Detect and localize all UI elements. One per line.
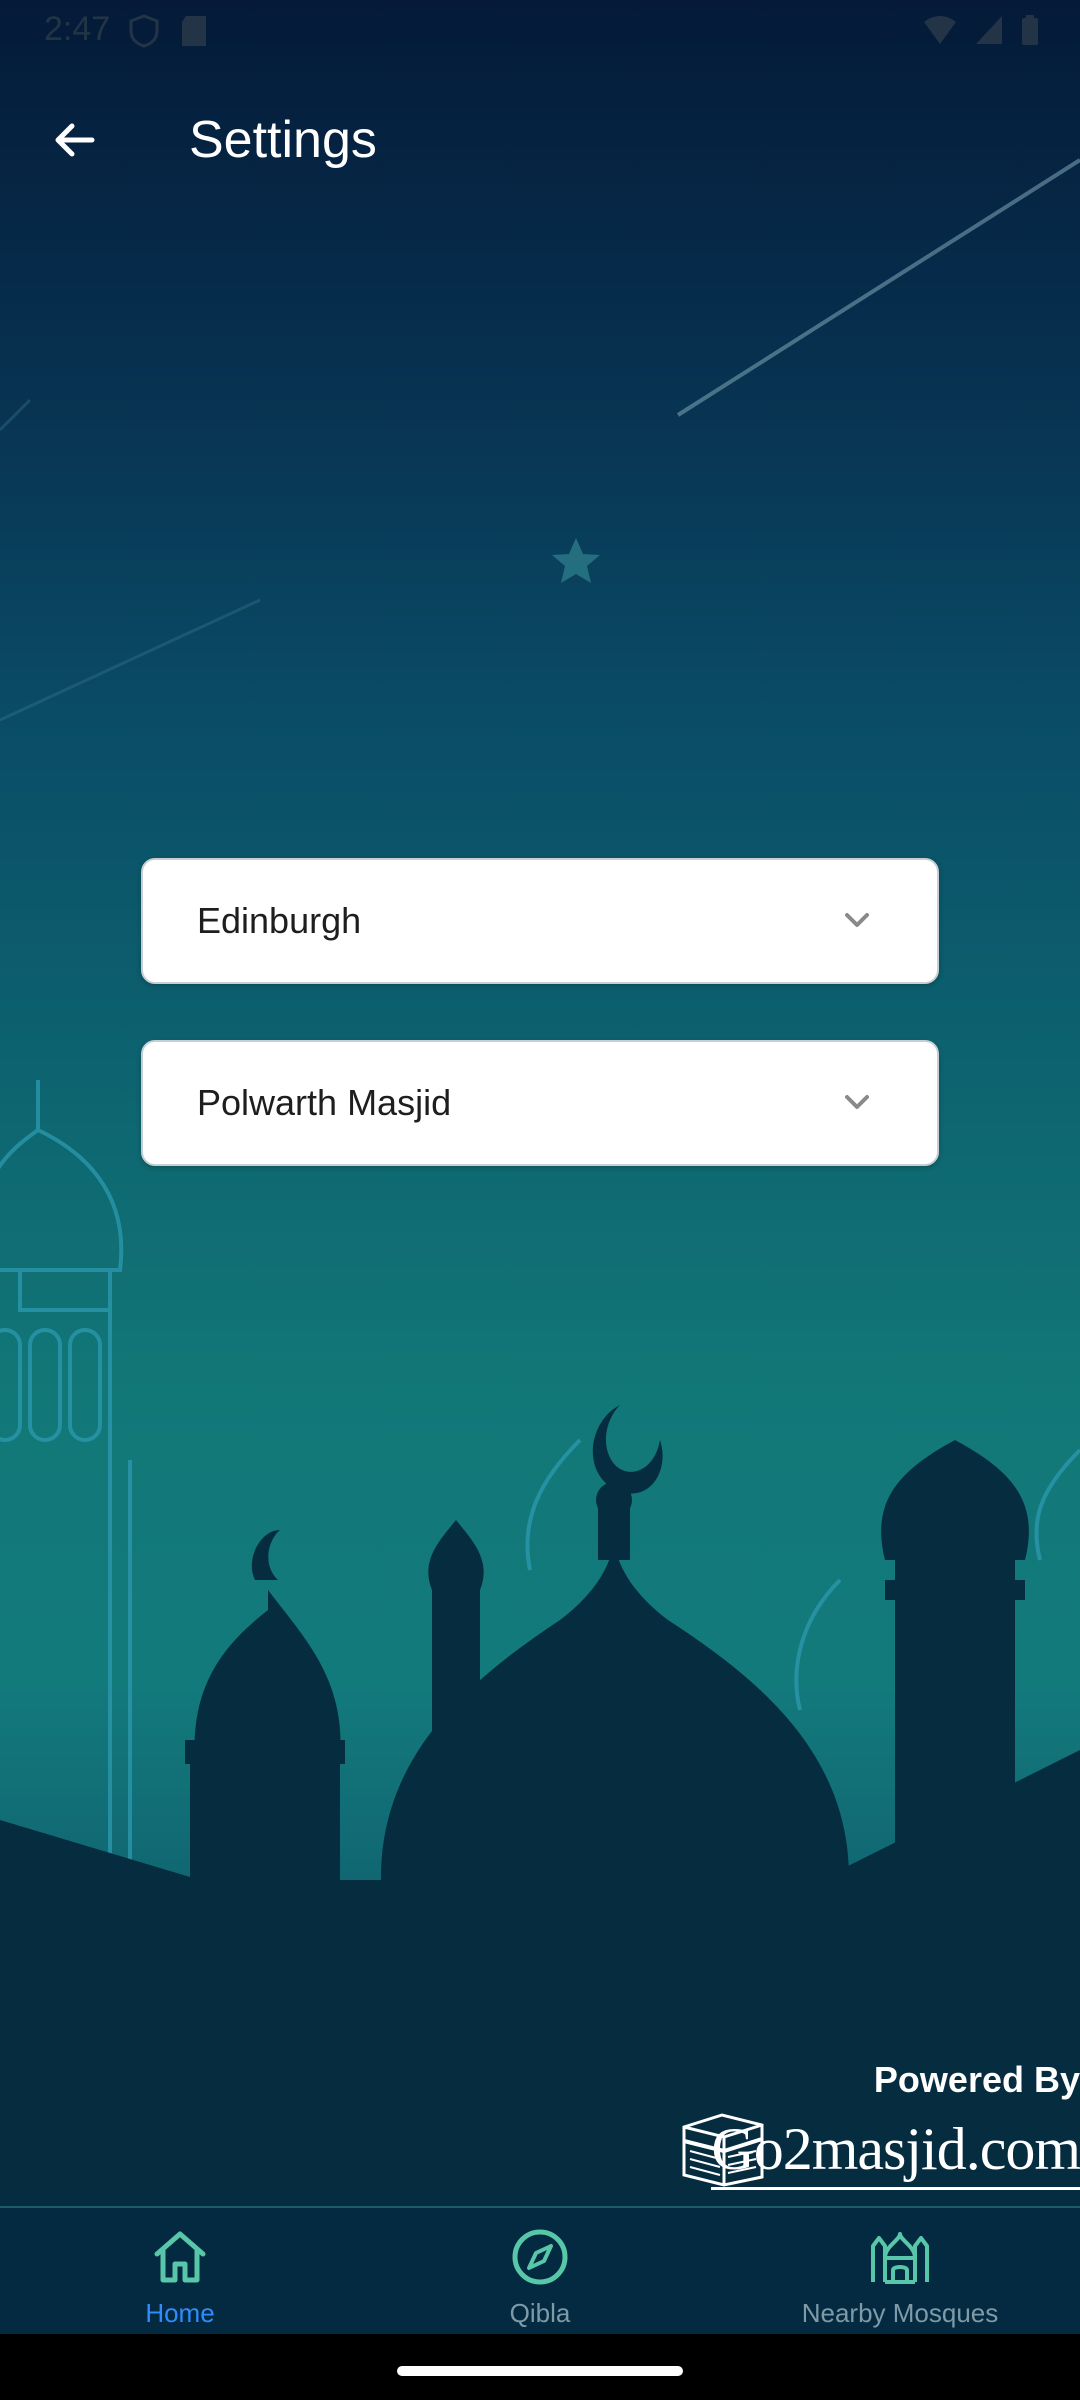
sd-card-icon — [182, 16, 206, 46]
back-button[interactable] — [36, 102, 112, 178]
nav-qibla-label: Qibla — [509, 2298, 571, 2328]
go2masjid-logo[interactable]: Go2masjid.com — [680, 2111, 1080, 2195]
wifi-icon — [924, 16, 956, 44]
nav-home[interactable]: Home — [0, 2208, 360, 2336]
arrow-left-icon — [55, 123, 95, 157]
home-gesture-bar[interactable] — [397, 2366, 683, 2376]
page-title: Settings — [189, 111, 377, 169]
nav-nearby-mosques-label: Nearby Mosques — [801, 2298, 999, 2328]
background-illustration — [0, 158, 1080, 2210]
chevron-down-icon — [845, 913, 869, 927]
compass-icon — [512, 2229, 568, 2285]
city-dropdown-value: Edinburgh — [197, 900, 362, 941]
city-dropdown[interactable]: Edinburgh — [141, 858, 939, 984]
nav-qibla[interactable]: Qibla — [360, 2208, 720, 2336]
powered-by-section: Powered By Go2masjid.com — [660, 2055, 1080, 2205]
status-icons-right — [922, 14, 1040, 46]
mosque-icon — [871, 2232, 929, 2284]
settings-screen: 2:47 Settings Edinburgh Polwarth Masjid — [0, 0, 1080, 2400]
signal-icon — [976, 16, 1002, 44]
nav-nearby-mosques[interactable]: Nearby Mosques — [720, 2208, 1080, 2336]
star-icon — [552, 538, 600, 583]
battery-icon — [1022, 15, 1038, 45]
home-icon — [154, 2231, 206, 2283]
brand-text: Go2masjid.com — [711, 2111, 1080, 2190]
mosque-dropdown-value: Polwarth Masjid — [197, 1082, 452, 1123]
mosque-dropdown[interactable]: Polwarth Masjid — [141, 1040, 939, 1166]
app-bar: Settings — [0, 72, 1080, 202]
shield-icon — [129, 14, 159, 48]
status-time: 2:47 — [44, 10, 111, 48]
status-bar: 2:47 — [0, 0, 1080, 60]
nav-home-label: Home — [145, 2298, 215, 2328]
chevron-down-icon — [845, 1095, 869, 1109]
powered-by-label: Powered By — [873, 2059, 1080, 2100]
status-icons-left — [128, 14, 208, 48]
bottom-navigation: Home Qibla Nearby Mosques — [0, 2206, 1080, 2336]
system-gesture-area — [0, 2334, 1080, 2400]
